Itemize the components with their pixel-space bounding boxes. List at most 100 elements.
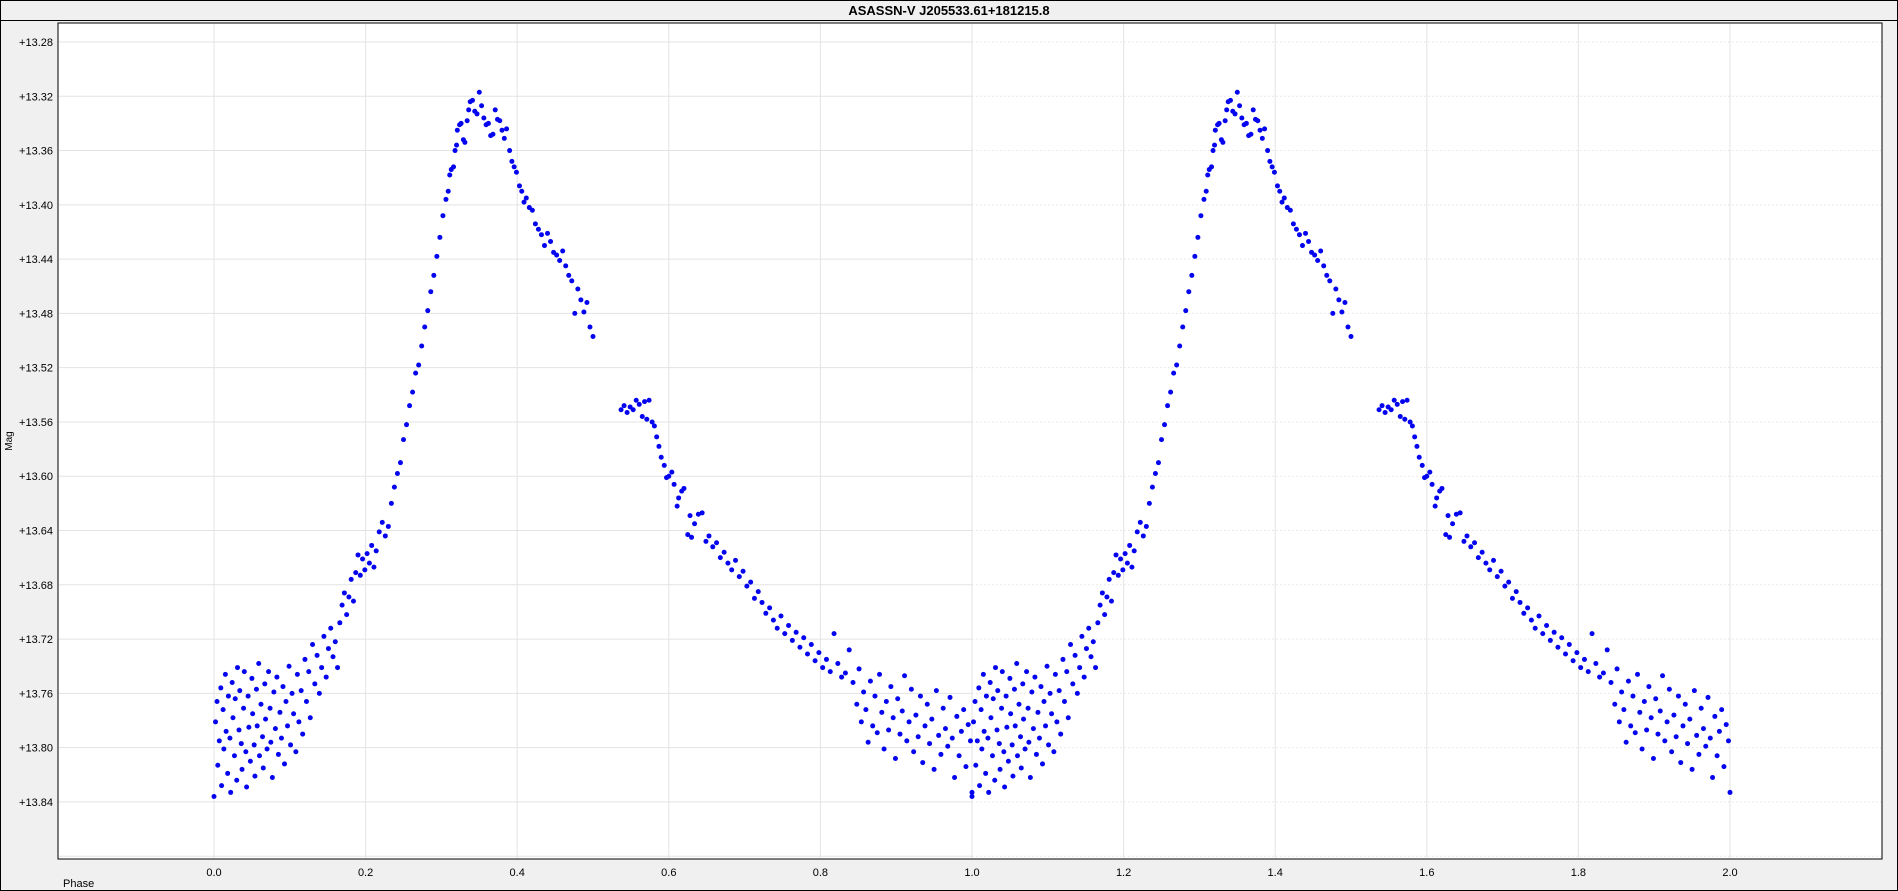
- data-point[interactable]: [998, 767, 1003, 772]
- data-point[interactable]: [1026, 706, 1031, 711]
- data-point[interactable]: [252, 774, 257, 779]
- data-point[interactable]: [1548, 638, 1553, 643]
- data-point[interactable]: [1040, 761, 1045, 766]
- data-point[interactable]: [371, 565, 376, 570]
- data-point[interactable]: [416, 362, 421, 367]
- data-point[interactable]: [999, 706, 1004, 711]
- data-point[interactable]: [1015, 753, 1020, 758]
- data-point[interactable]: [252, 742, 257, 747]
- data-point[interactable]: [407, 403, 412, 408]
- data-point[interactable]: [274, 675, 279, 680]
- data-point[interactable]: [1026, 740, 1031, 745]
- data-point[interactable]: [349, 577, 354, 582]
- data-point[interactable]: [374, 548, 379, 553]
- data-point[interactable]: [587, 324, 592, 329]
- data-point[interactable]: [215, 763, 220, 768]
- data-point[interactable]: [1077, 665, 1082, 670]
- data-point[interactable]: [1447, 535, 1452, 540]
- data-point[interactable]: [477, 90, 482, 95]
- data-point[interactable]: [932, 767, 937, 772]
- data-point[interactable]: [321, 634, 326, 639]
- data-point[interactable]: [453, 148, 458, 153]
- data-point[interactable]: [1129, 565, 1134, 570]
- data-point[interactable]: [268, 706, 273, 711]
- data-point[interactable]: [977, 783, 982, 788]
- data-point[interactable]: [557, 258, 562, 263]
- data-point[interactable]: [893, 756, 898, 761]
- data-point[interactable]: [244, 784, 249, 789]
- data-point[interactable]: [575, 286, 580, 291]
- data-point[interactable]: [1147, 501, 1152, 506]
- data-point[interactable]: [1336, 297, 1341, 302]
- data-point[interactable]: [215, 699, 220, 704]
- data-point[interactable]: [669, 470, 674, 475]
- data-point[interactable]: [986, 790, 991, 795]
- data-point[interactable]: [1555, 645, 1560, 650]
- data-point[interactable]: [1476, 555, 1481, 560]
- data-point[interactable]: [524, 196, 529, 201]
- data-point[interactable]: [1198, 213, 1203, 218]
- data-point[interactable]: [221, 746, 226, 751]
- data-point[interactable]: [1037, 736, 1042, 741]
- data-point[interactable]: [911, 749, 916, 754]
- data-point[interactable]: [1038, 684, 1043, 689]
- data-point[interactable]: [973, 699, 978, 704]
- data-point[interactable]: [1377, 407, 1382, 412]
- data-point[interactable]: [1270, 164, 1275, 169]
- data-point[interactable]: [1048, 691, 1053, 696]
- data-point[interactable]: [1168, 390, 1173, 395]
- data-point[interactable]: [748, 580, 753, 585]
- data-point[interactable]: [230, 680, 235, 685]
- data-point[interactable]: [1701, 726, 1706, 731]
- data-point[interactable]: [502, 136, 507, 141]
- data-point[interactable]: [1260, 136, 1265, 141]
- data-point[interactable]: [886, 727, 891, 732]
- data-point[interactable]: [1630, 694, 1635, 699]
- data-point[interactable]: [358, 573, 363, 578]
- data-point[interactable]: [224, 729, 229, 734]
- data-point[interactable]: [266, 669, 271, 674]
- data-point[interactable]: [319, 665, 324, 670]
- data-point[interactable]: [895, 696, 900, 701]
- data-point[interactable]: [383, 533, 388, 538]
- data-point[interactable]: [536, 227, 541, 232]
- data-point[interactable]: [219, 783, 224, 788]
- data-point[interactable]: [1491, 558, 1496, 563]
- data-point[interactable]: [979, 746, 984, 751]
- data-point[interactable]: [1706, 695, 1711, 700]
- data-point[interactable]: [1651, 756, 1656, 761]
- data-point[interactable]: [1559, 635, 1564, 640]
- data-point[interactable]: [1721, 764, 1726, 769]
- data-point[interactable]: [857, 666, 862, 671]
- data-point[interactable]: [654, 434, 659, 439]
- data-point[interactable]: [1204, 189, 1209, 194]
- data-point[interactable]: [923, 723, 928, 728]
- data-point[interactable]: [1297, 232, 1302, 237]
- data-point[interactable]: [839, 675, 844, 680]
- data-point[interactable]: [666, 474, 671, 479]
- data-point[interactable]: [392, 485, 397, 490]
- data-point[interactable]: [820, 665, 825, 670]
- data-point[interactable]: [1593, 661, 1598, 666]
- data-point[interactable]: [1612, 702, 1617, 707]
- data-point[interactable]: [786, 623, 791, 628]
- data-point[interactable]: [1239, 115, 1244, 120]
- data-point[interactable]: [1571, 658, 1576, 663]
- data-point[interactable]: [227, 736, 232, 741]
- data-point[interactable]: [1180, 324, 1185, 329]
- data-point[interactable]: [1159, 437, 1164, 442]
- data-point[interactable]: [1495, 574, 1500, 579]
- data-point[interactable]: [225, 771, 230, 776]
- data-point[interactable]: [434, 254, 439, 259]
- data-point[interactable]: [1601, 671, 1606, 676]
- data-point[interactable]: [1669, 749, 1674, 754]
- data-point[interactable]: [790, 638, 795, 643]
- data-point[interactable]: [952, 775, 957, 780]
- data-point[interactable]: [462, 140, 467, 145]
- data-point[interactable]: [1690, 767, 1695, 772]
- data-point[interactable]: [1217, 121, 1222, 126]
- data-point[interactable]: [308, 715, 313, 720]
- data-point[interactable]: [870, 723, 875, 728]
- data-point[interactable]: [232, 753, 237, 758]
- data-point[interactable]: [425, 308, 430, 313]
